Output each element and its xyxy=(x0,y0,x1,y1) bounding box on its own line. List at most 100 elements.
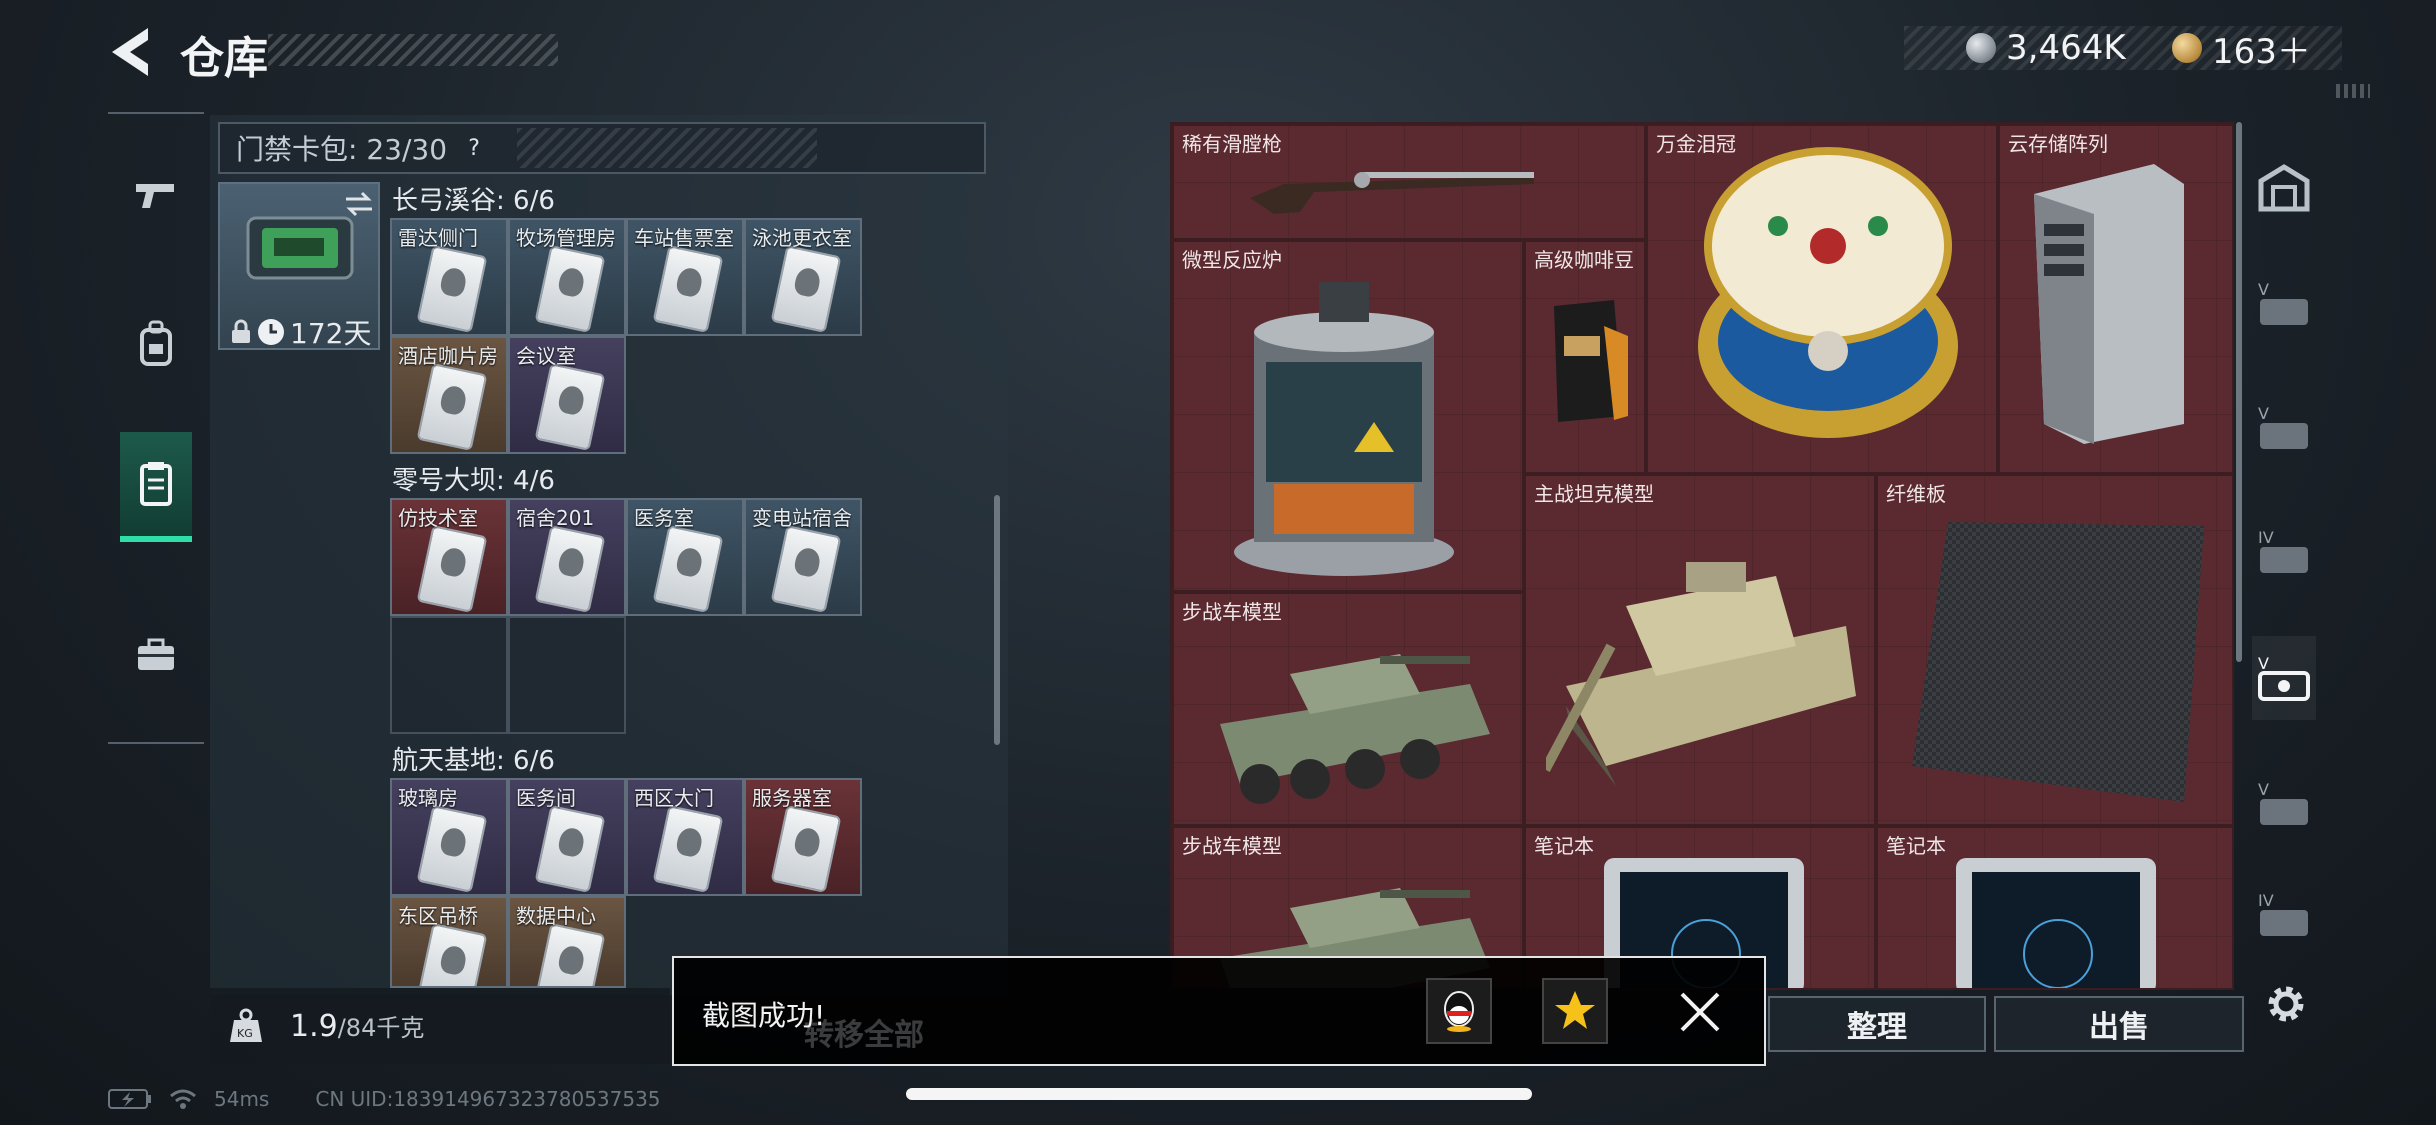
sort-button[interactable]: 整理 xyxy=(1768,996,1986,1052)
tab-case-v1[interactable]: V xyxy=(2252,262,2316,346)
keycard-image xyxy=(770,525,842,613)
item-laptop[interactable]: 笔记本 xyxy=(1876,826,2232,988)
item-micro-reactor[interactable]: 微型反应炉 xyxy=(1172,240,1524,592)
keycard-item[interactable]: 服务器室 xyxy=(744,778,862,896)
keycard-name: 西区大门 xyxy=(634,786,714,810)
v-case-icon: V xyxy=(2258,780,2308,825)
keycard-image xyxy=(652,525,724,613)
keycard-item[interactable]: 西区大门 xyxy=(626,778,744,896)
keycard-item[interactable]: 车站售票室 xyxy=(626,218,744,336)
keycard-name: 车站售票室 xyxy=(634,226,734,250)
settings-button[interactable] xyxy=(2262,980,2310,1028)
back-arrow-icon xyxy=(112,28,148,76)
keycard-image xyxy=(534,245,606,333)
tab-case-iv1[interactable]: IV xyxy=(2252,510,2316,594)
item-fiber-board[interactable]: 纤维板 xyxy=(1876,474,2232,826)
keycard-image xyxy=(652,805,724,893)
keycard-name: 医务间 xyxy=(516,786,576,810)
item-tank-model[interactable]: 主战坦克模型 xyxy=(1524,474,1876,826)
item-name: 笔记本 xyxy=(1886,834,1946,858)
sell-button[interactable]: 出售 xyxy=(1994,996,2244,1052)
keycard-name: 数据中心 xyxy=(516,904,596,928)
vault-icon xyxy=(2258,164,2310,212)
keycard-item[interactable]: 数据中心 xyxy=(508,896,626,988)
tab-case-v3[interactable]: V xyxy=(2252,762,2316,846)
keycard-image xyxy=(416,923,488,986)
share-qq-button[interactable] xyxy=(1426,978,1492,1044)
keycard-case-image xyxy=(246,216,354,280)
keycard-item[interactable]: 牧场管理房 xyxy=(508,218,626,336)
nav-backpack[interactable] xyxy=(120,294,192,394)
nav-weapons[interactable] xyxy=(120,144,192,244)
capacity-bar: KG 1.9/84千克 xyxy=(210,988,670,1064)
keycard-item[interactable]: 酒店咖片房 xyxy=(390,336,508,454)
page-title: 仓库 xyxy=(180,33,268,84)
currency-silver-amount: 3,464K xyxy=(2006,28,2126,68)
item-coffee-beans[interactable]: 高级咖啡豆 xyxy=(1524,240,1646,474)
wifi-icon xyxy=(170,1089,196,1109)
tab-case-v-active[interactable]: V xyxy=(2252,636,2316,720)
svg-text:KG: KG xyxy=(237,1027,253,1040)
item-grid: 稀有滑膛枪 万金泪冠 云存储阵列 微型反应炉 高级咖啡豆 主战坦克模型 纤维板 … xyxy=(1170,122,2234,990)
svg-text:V: V xyxy=(2258,654,2269,673)
right-scrollbar[interactable] xyxy=(2236,122,2242,662)
title-decoration xyxy=(268,34,558,66)
keycard-item[interactable]: 医务室 xyxy=(626,498,744,616)
tab-vault[interactable] xyxy=(2252,146,2316,230)
group-title: 航天基地: 6/6 xyxy=(392,746,555,776)
item-name: 稀有滑膛枪 xyxy=(1182,132,1282,156)
item-ifv-model[interactable]: 步战车模型 xyxy=(1172,592,1524,826)
tank-image xyxy=(1546,562,1856,786)
keycard-item[interactable]: 变电站宿舍 xyxy=(744,498,862,616)
keycard-image xyxy=(534,805,606,893)
keycard-item[interactable]: 会议室 xyxy=(508,336,626,454)
keycard-item[interactable]: 泳池更衣室 xyxy=(744,218,862,336)
screenshot-toast: 转移全部 截图成功! xyxy=(672,956,1766,1066)
item-name: 纤维板 xyxy=(1886,482,1946,506)
decoration-dots xyxy=(2336,84,2370,98)
keycard-name: 玻璃房 xyxy=(398,786,458,810)
item-jewel-egg[interactable]: 万金泪冠 xyxy=(1646,124,1998,474)
capacity-current: 1.9 xyxy=(290,1009,338,1044)
qzone-star-icon xyxy=(1555,991,1595,1029)
keycard-item[interactable]: 雷达侧门 xyxy=(390,218,508,336)
battery-icon xyxy=(108,1089,151,1109)
back-button[interactable] xyxy=(108,24,156,80)
currency-silver[interactable]: 3,464K xyxy=(1966,26,2126,70)
tab-case-v2[interactable]: V xyxy=(2252,386,2316,470)
keycard-image xyxy=(770,805,842,893)
item-cloud-storage[interactable]: 云存储阵列 xyxy=(1998,124,2232,474)
user-uid: CN UID:183914967323780537535 xyxy=(315,1087,661,1111)
toast-close-button[interactable] xyxy=(1670,982,1730,1042)
ifv-image xyxy=(1220,654,1490,804)
nav-briefcase[interactable] xyxy=(120,604,192,704)
keycard-item[interactable]: 玻璃房 xyxy=(390,778,508,896)
tab-case-iv2[interactable]: IV xyxy=(2252,880,2316,950)
nav-keycard-case[interactable] xyxy=(120,432,192,542)
swap-icon[interactable] xyxy=(342,190,376,218)
v-case-icon: V xyxy=(2258,280,2308,325)
help-icon[interactable]: ? xyxy=(461,135,487,161)
keycard-name: 泳池更衣室 xyxy=(752,226,852,250)
currency-gold[interactable]: 163＋ xyxy=(2172,26,2311,72)
keycard-item[interactable]: 宿舍201 xyxy=(508,498,626,616)
keycard-item[interactable]: 仿技术室 xyxy=(390,498,508,616)
home-indicator[interactable] xyxy=(906,1088,1532,1100)
keycard-item[interactable]: 东区吊桥 xyxy=(390,896,508,988)
gold-coin-icon xyxy=(2172,33,2202,63)
item-name: 高级咖啡豆 xyxy=(1534,248,1634,272)
item-musket[interactable]: 稀有滑膛枪 xyxy=(1172,124,1646,240)
keycard-name: 东区吊桥 xyxy=(398,904,478,928)
reactor-image xyxy=(1234,282,1454,576)
share-qzone-button[interactable] xyxy=(1542,978,1608,1044)
close-icon xyxy=(1680,992,1720,1032)
left-scrollbar[interactable] xyxy=(994,495,1000,745)
status-line: 54ms CN UID:183914967323780537535 xyxy=(108,1084,661,1114)
toast-message: 截图成功! xyxy=(702,999,826,1032)
header-decoration xyxy=(517,128,818,168)
keycard-name: 酒店咖片房 xyxy=(398,344,498,368)
keycard-name: 变电站宿舍 xyxy=(752,506,852,530)
iv-case-icon: IV xyxy=(2258,891,2308,936)
laptop-image xyxy=(1956,858,2156,988)
keycard-item[interactable]: 医务间 xyxy=(508,778,626,896)
